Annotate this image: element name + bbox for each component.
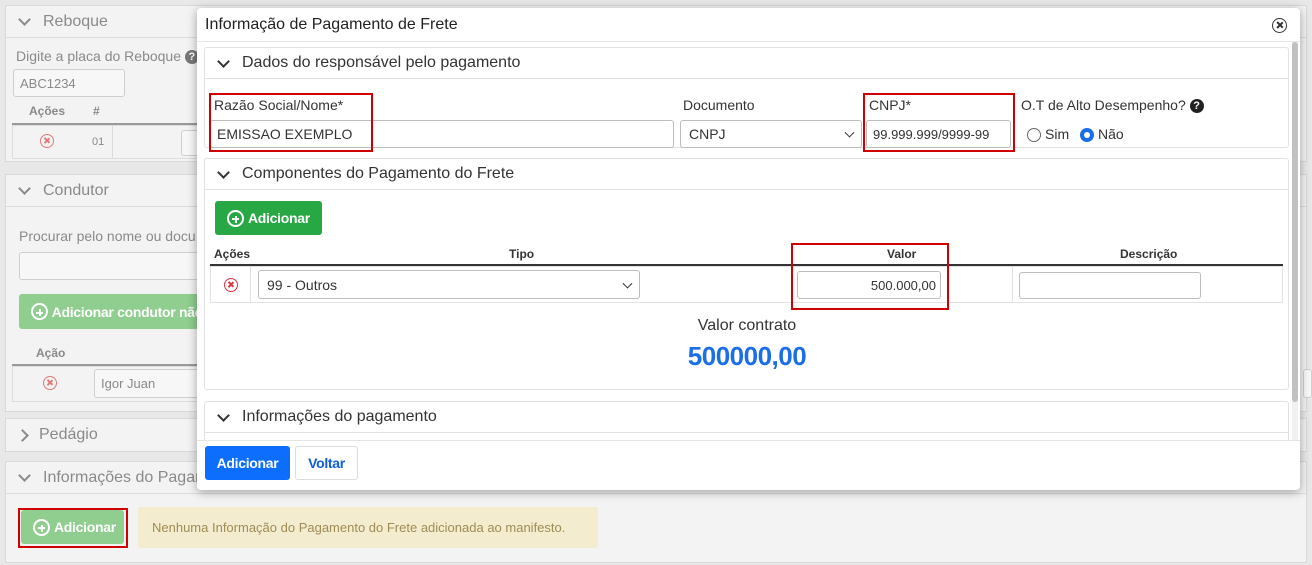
chevron-down-icon	[217, 54, 230, 68]
documento-select-value: CNPJ	[689, 126, 726, 142]
remove-row-icon[interactable]	[224, 278, 238, 292]
add-info-pagamento-button[interactable]: Adicionar	[21, 510, 124, 544]
reboque-plate-label-text: Digite a placa do Reboque	[16, 48, 182, 64]
reboque-col-number: #	[93, 104, 100, 118]
col-acoes: Ações	[214, 247, 251, 261]
add-condutor-button[interactable]: Adicionar condutor não	[19, 294, 199, 329]
condutor-search-label: Procurar pelo nome ou docu	[19, 228, 196, 244]
condutor-col-action: Ação	[36, 346, 66, 360]
col-tipo: Tipo	[509, 247, 535, 261]
remove-icon[interactable]	[43, 376, 57, 390]
responsavel-header[interactable]: Dados do responsável pelo pagamento	[205, 48, 1288, 79]
payment-modal: Informação de Pagamento de Frete Dados d…	[197, 8, 1300, 490]
tipo-select[interactable]: 99 - Outros	[258, 270, 640, 299]
reboque-row-number: 01	[92, 136, 105, 148]
radio-nao[interactable]: Não	[1080, 126, 1124, 143]
componentes-header[interactable]: Componentes do Pagamento do Frete	[205, 159, 1288, 190]
chevron-down-icon	[217, 408, 230, 422]
informacoes-header[interactable]: Informações do pagamento	[205, 402, 1288, 433]
add-info-pagamento-label: Adicionar	[54, 519, 116, 535]
help-icon[interactable]: ?	[1189, 99, 1204, 114]
radio-sim[interactable]: Sim	[1027, 126, 1070, 143]
radio-nao-label: Não	[1098, 126, 1124, 142]
informacoes-section: Informações do pagamento	[204, 401, 1289, 441]
reboque-col-actions: Ações	[29, 104, 66, 118]
razao-input[interactable]: EMISSAO EXEMPLO	[210, 120, 674, 148]
reboque-title: Reboque	[43, 12, 108, 30]
documento-label: Documento	[683, 97, 755, 113]
valor-contrato-value: 500000,00	[687, 341, 807, 371]
alto-desempenho-text: O.T de Alto Desempenho?	[1021, 97, 1186, 113]
chevron-down-icon	[217, 165, 230, 179]
cnpj-label: CNPJ*	[869, 97, 912, 113]
col-valor: Valor	[887, 247, 917, 261]
cell-divider	[112, 125, 113, 159]
cell-divider	[1012, 266, 1013, 303]
plus-circle-icon	[33, 518, 50, 536]
cell-divider	[250, 266, 251, 303]
plus-circle-icon	[227, 209, 244, 227]
condutor-extra-input[interactable]	[1303, 369, 1312, 398]
remove-icon[interactable]	[40, 134, 54, 148]
reboque-plate-input[interactable]: ABC1234	[13, 69, 125, 97]
empty-message-alert: Nenhuma Informação do Pagamento do Frete…	[138, 507, 598, 548]
modal-title: Informação de Pagamento de Frete	[205, 16, 458, 33]
cell-divider	[791, 266, 792, 303]
descricao-input[interactable]	[1019, 272, 1201, 299]
add-componente-button[interactable]: Adicionar	[215, 201, 322, 235]
modal-body: Dados do responsável pelo pagamento Razã…	[197, 41, 1300, 441]
modal-scrollbar[interactable]	[1292, 42, 1298, 441]
pedagio-title: Pedágio	[39, 426, 98, 443]
radio-sim-label: Sim	[1045, 126, 1070, 142]
tipo-select-value: 99 - Outros	[267, 276, 338, 293]
responsavel-title: Dados do responsável pelo pagamento	[242, 54, 521, 71]
modal-add-button[interactable]: Adicionar	[205, 446, 290, 480]
chevron-down-icon	[18, 182, 31, 195]
informacoes-title: Informações do pagamento	[242, 408, 437, 425]
add-condutor-label: Adicionar condutor não	[51, 303, 199, 320]
modal-back-button[interactable]: Voltar	[295, 446, 358, 480]
condutor-name-input[interactable]: Igor Juan	[94, 369, 200, 398]
razao-label: Razão Social/Nome*	[214, 97, 344, 113]
radio-icon[interactable]	[1027, 128, 1041, 143]
col-descricao: Descrição	[1120, 247, 1178, 261]
footer-divider	[197, 440, 1300, 441]
componentes-title: Componentes do Pagamento do Frete	[242, 165, 515, 182]
add-componente-label: Adicionar	[248, 210, 310, 226]
cnpj-input[interactable]: 99.999.999/9999-99	[866, 120, 1011, 148]
info-pagamento-title: Informações do Pagar	[43, 468, 201, 486]
valor-contrato-label: Valor contrato	[697, 317, 797, 334]
condutor-title: Condutor	[43, 181, 109, 199]
valor-input[interactable]: 500.000,00	[797, 271, 941, 299]
radio-selected-icon[interactable]	[1080, 128, 1094, 143]
alto-desempenho-label: O.T de Alto Desempenho? ?	[1021, 97, 1204, 114]
chevron-right-icon	[16, 428, 29, 442]
chevron-down-icon	[622, 278, 633, 289]
condutor-search-input[interactable]	[19, 252, 199, 280]
plus-circle-icon	[31, 303, 48, 320]
chevron-down-icon	[844, 127, 855, 138]
close-icon[interactable]	[1272, 18, 1287, 33]
chevron-down-icon	[18, 13, 31, 26]
chevron-down-icon	[18, 469, 31, 482]
scrollbar-thumb[interactable]	[1292, 42, 1298, 402]
reboque-plate-label: Digite a placa do Reboque ?	[16, 48, 199, 65]
documento-select[interactable]: CNPJ	[680, 120, 862, 148]
